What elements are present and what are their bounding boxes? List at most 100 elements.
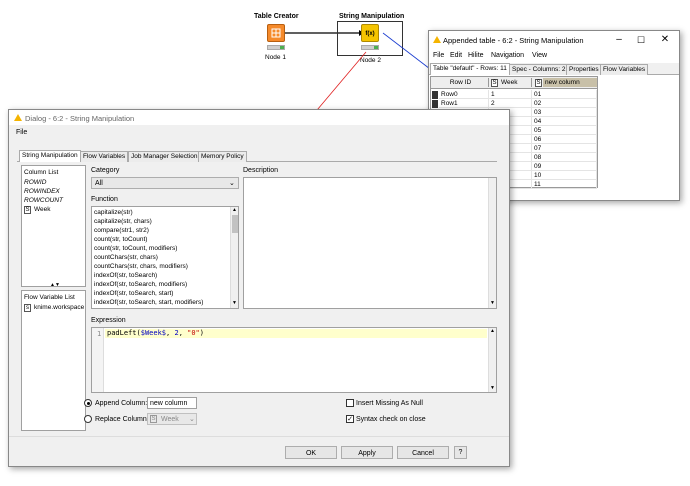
string-type-icon: S: [491, 79, 498, 87]
header-week[interactable]: Week: [499, 78, 532, 87]
cell-week[interactable]: 1: [489, 90, 532, 99]
menu-file[interactable]: File: [433, 52, 444, 59]
function-scrollbar[interactable]: ▲ ▼: [230, 207, 238, 308]
menu-view[interactable]: View: [532, 52, 547, 59]
insert-missing-label: Insert Missing As Null: [356, 400, 423, 407]
tab-flow-variables[interactable]: Flow Variables: [600, 64, 649, 75]
column-rowcount[interactable]: ROWCOUNT: [24, 197, 63, 204]
dialog-menubar: File: [9, 126, 509, 138]
cell-new-column[interactable]: 03: [532, 108, 597, 117]
expression-editor[interactable]: 1 padLeft($Week$, 2, "0") ▲ ▼: [91, 327, 497, 393]
replace-column-select[interactable]: S Week ⌄: [147, 413, 197, 425]
table-header-row: Row ID S Week S new column: [431, 77, 597, 89]
description-scrollbar[interactable]: ▼: [488, 178, 496, 308]
cell-week[interactable]: 2: [489, 99, 532, 108]
maximize-button[interactable]: ☐: [631, 32, 651, 48]
syntax-check-label: Syntax check on close: [356, 416, 426, 423]
cell-new-column[interactable]: 09: [532, 162, 597, 171]
tab-job-manager[interactable]: Job Manager Selection: [128, 151, 201, 162]
column-rowid[interactable]: ROWID: [24, 179, 46, 186]
header-new-column[interactable]: new column: [543, 78, 597, 87]
cell-new-column[interactable]: 11: [532, 180, 597, 189]
radio-dot: [86, 401, 90, 405]
chevron-down-icon: ⌄: [229, 180, 235, 187]
close-button[interactable]: ✕: [655, 32, 675, 48]
function-item[interactable]: count(str, toCount): [94, 236, 147, 243]
append-column-label: Append Column:: [95, 400, 148, 407]
expression-label: Expression: [91, 317, 126, 324]
help-button[interactable]: ?: [454, 446, 467, 459]
column-week[interactable]: Week: [34, 206, 51, 213]
string-type-icon: S: [535, 79, 542, 87]
replace-radio[interactable]: [84, 415, 92, 423]
cell-rowid[interactable]: Row0: [439, 90, 489, 99]
function-item[interactable]: countChars(str, chars, modifiers): [94, 263, 188, 270]
replace-column-label: Replace Column:: [95, 416, 149, 423]
tab-properties[interactable]: Properties: [566, 64, 602, 75]
function-item[interactable]: indexOf(str, toSearch): [94, 272, 157, 279]
cancel-button[interactable]: Cancel: [397, 446, 449, 459]
minimize-button[interactable]: –: [609, 32, 629, 48]
scroll-down-icon[interactable]: ▼: [232, 300, 237, 306]
function-item[interactable]: indexOf(str, toSearch, start): [94, 290, 173, 297]
cell-new-column[interactable]: 08: [532, 153, 597, 162]
dialog-title: Dialog - 6:2 - String Manipulation: [25, 114, 135, 123]
tab-string-manipulation[interactable]: String Manipulation: [19, 150, 81, 162]
string-type-icon: S: [24, 206, 31, 214]
scroll-down-icon[interactable]: ▼: [490, 300, 495, 306]
table-window-titlebar[interactable]: Appended table - 6:2 - String Manipulati…: [429, 31, 679, 49]
cell-new-column[interactable]: 10: [532, 171, 597, 180]
tab-memory-policy[interactable]: Memory Policy: [198, 151, 247, 162]
cell-rowid[interactable]: Row1: [439, 99, 489, 108]
function-item[interactable]: capitalize(str, chars): [94, 218, 152, 225]
ok-button[interactable]: OK: [285, 446, 337, 459]
cell-new-column[interactable]: 06: [532, 135, 597, 144]
tab-flow-variables[interactable]: Flow Variables: [80, 151, 129, 162]
scroll-thumb[interactable]: [232, 215, 238, 233]
warning-icon: [433, 36, 441, 43]
splitter-arrows-icon[interactable]: ▲▼: [50, 282, 60, 288]
column-list-label: Column List: [24, 169, 59, 176]
apply-button[interactable]: Apply: [341, 446, 393, 459]
table-tabs: Table "default" - Rows: 11 Spec - Column…: [429, 63, 679, 75]
menu-hilite[interactable]: Hilite: [468, 52, 484, 59]
cell-new-column[interactable]: 04: [532, 117, 597, 126]
tab-spec[interactable]: Spec - Columns: 2: [509, 64, 569, 75]
header-rowid[interactable]: Row ID: [431, 78, 489, 87]
dialog-menu-file[interactable]: File: [16, 129, 27, 136]
dialog-titlebar[interactable]: Dialog - 6:2 - String Manipulation: [9, 110, 509, 125]
cell-new-column[interactable]: 01: [532, 90, 597, 99]
function-item[interactable]: count(str, toCount, modifiers): [94, 245, 177, 252]
function-item[interactable]: indexOf(str, toSearch, modifiers): [94, 281, 187, 288]
cell-new-column[interactable]: 07: [532, 144, 597, 153]
syntax-check-checkbox[interactable]: ✓: [346, 415, 354, 423]
description-panel: ▼: [243, 177, 497, 309]
function-item[interactable]: capitalize(str): [94, 209, 133, 216]
expr-string: "0": [187, 329, 200, 337]
column-rowindex[interactable]: ROWINDEX: [24, 188, 60, 195]
description-label: Description: [243, 167, 279, 174]
append-radio[interactable]: [84, 399, 92, 407]
function-item[interactable]: indexOf(str, toSearch, start, modifiers): [94, 299, 203, 306]
function-item[interactable]: countChars(str, chars): [94, 254, 158, 261]
category-select[interactable]: All ⌄: [91, 177, 239, 189]
flow-variable-workspace[interactable]: knime.workspace: [34, 304, 84, 311]
tab-table-default[interactable]: Table "default" - Rows: 11: [430, 63, 510, 75]
insert-missing-checkbox[interactable]: [346, 399, 354, 407]
function-item[interactable]: compare(str1, str2): [94, 227, 149, 234]
scroll-up-icon[interactable]: ▲: [232, 207, 237, 213]
table-menubar: File Edit Hilite Navigation View: [429, 50, 679, 61]
expression-scrollbar[interactable]: ▲ ▼: [488, 328, 496, 392]
line-number: 1: [97, 330, 102, 338]
scroll-up-icon[interactable]: ▲: [490, 328, 495, 334]
column-list-panel: Column List ROWID ROWINDEX ROWCOUNT S We…: [21, 165, 86, 288]
flow-variable-panel: Flow Variable List s knime.workspace: [21, 290, 86, 431]
menu-navigation[interactable]: Navigation: [491, 52, 524, 59]
dialog-tabs: String Manipulation Flow Variables Job M…: [17, 150, 497, 162]
menu-edit[interactable]: Edit: [450, 52, 462, 59]
scroll-down-icon[interactable]: ▼: [490, 385, 495, 391]
cell-new-column[interactable]: 05: [532, 126, 597, 135]
append-column-input[interactable]: new column: [147, 397, 197, 409]
expression-line[interactable]: padLeft($Week$, 2, "0"): [105, 329, 487, 338]
cell-new-column[interactable]: 02: [532, 99, 597, 108]
